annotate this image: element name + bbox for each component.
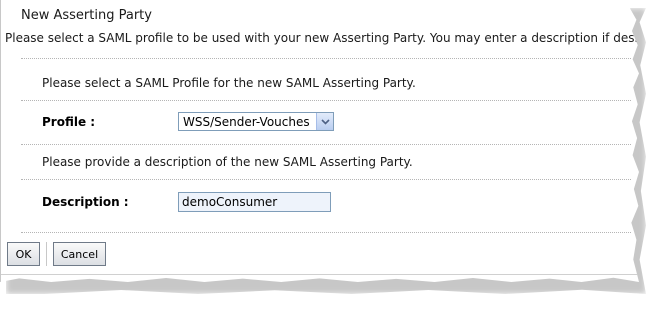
footer-divider	[1, 274, 639, 275]
description-instruction: Please provide a description of the new …	[42, 155, 413, 169]
divider	[21, 232, 631, 233]
divider	[21, 58, 631, 59]
description-label: Description :	[42, 195, 129, 209]
ok-button[interactable]: OK	[7, 242, 40, 266]
description-input[interactable]	[178, 192, 331, 212]
divider	[21, 144, 631, 145]
dialog-panel: New Asserting Party Please select a SAML…	[0, 0, 639, 282]
intro-text: Please select a SAML profile to be used …	[5, 31, 650, 45]
divider	[21, 100, 631, 101]
profile-select-value: WSS/Sender-Vouches	[183, 114, 310, 129]
cancel-button[interactable]: Cancel	[53, 242, 106, 266]
profile-instruction: Please select a SAML Profile for the new…	[42, 76, 416, 90]
divider	[21, 179, 631, 180]
chevron-down-icon[interactable]	[316, 113, 333, 130]
page-title: New Asserting Party	[21, 8, 152, 23]
profile-select[interactable]: WSS/Sender-Vouches	[178, 112, 334, 131]
profile-label: Profile :	[42, 115, 96, 129]
button-separator	[46, 242, 47, 266]
